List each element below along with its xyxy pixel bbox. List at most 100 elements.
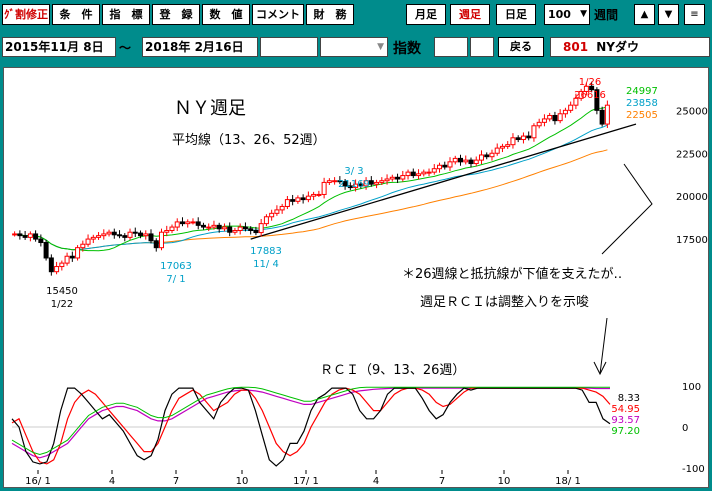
- correction-button[interactable]: ｸﾞ割修正: [2, 4, 50, 25]
- comment-arrow: [601, 163, 653, 255]
- candle-up: [473, 159, 479, 165]
- annotation-value: 15450: [46, 286, 78, 297]
- candle-up: [59, 262, 65, 268]
- candle-down: [526, 135, 532, 139]
- candle-up: [101, 233, 107, 237]
- candle-up: [90, 236, 96, 240]
- candle-down: [117, 234, 123, 237]
- x-tick-label: 4: [109, 476, 115, 487]
- candle-up: [274, 209, 280, 214]
- candle-up: [494, 147, 500, 154]
- index-label: 指数: [393, 41, 421, 57]
- candle-up: [452, 157, 458, 163]
- x-tick-label: 4: [373, 476, 379, 487]
- candle-down: [43, 242, 49, 259]
- candle-up: [159, 231, 164, 249]
- ma13-line: [14, 106, 608, 252]
- candle-up: [326, 180, 332, 183]
- end-date-field[interactable]: 2018年 2月16日: [142, 37, 258, 57]
- y-tick-label: 25000: [676, 106, 708, 117]
- symbol-code: 801: [563, 40, 589, 54]
- candle-down: [253, 230, 259, 234]
- comment-line-2: 週足ＲＣＩは調整入りを示唆: [420, 294, 589, 310]
- blank-field-2[interactable]: [434, 37, 468, 57]
- annotation-value: 17063: [160, 261, 192, 272]
- symbol-field[interactable]: 801 NYダウ: [550, 37, 710, 57]
- comment-button[interactable]: コメント: [252, 4, 304, 25]
- candle-up: [164, 230, 170, 233]
- candle-up: [174, 221, 180, 228]
- rci13-line: [11, 387, 611, 465]
- blank-field-3[interactable]: [470, 37, 494, 57]
- weekly-button[interactable]: 週足: [450, 4, 490, 25]
- back-button[interactable]: 戻る: [498, 37, 544, 57]
- indicator-button[interactable]: 指 標: [102, 4, 150, 25]
- up-arrow-icon[interactable]: ▲: [634, 4, 655, 25]
- candle-up: [80, 243, 86, 249]
- chart-subtitle: 平均線（13、26、52週）: [172, 132, 326, 148]
- candle-up: [279, 205, 285, 211]
- candle-up: [211, 224, 217, 228]
- finance-button[interactable]: 財 務: [306, 4, 354, 25]
- count-value: 100: [548, 8, 571, 21]
- candle-down: [442, 164, 448, 168]
- candle-down: [122, 235, 128, 238]
- candle-up: [379, 180, 385, 183]
- condition-button[interactable]: 条 件: [52, 4, 100, 25]
- rci-value-label: 93.57: [611, 415, 640, 426]
- candle-up: [568, 104, 574, 111]
- ma-value-label: 22505: [626, 110, 658, 121]
- rci-value-label: 54.95: [611, 404, 640, 415]
- register-button[interactable]: 登 録: [152, 4, 200, 25]
- x-tick-label: 17/ 1: [293, 476, 319, 487]
- candle-down: [138, 232, 144, 237]
- symbol-name: NYダウ: [596, 40, 639, 54]
- menu-icon[interactable]: ≡: [684, 4, 705, 25]
- candle-up: [27, 233, 33, 238]
- candle-up: [437, 164, 443, 170]
- candle-down: [148, 233, 154, 242]
- candle-up: [258, 223, 264, 234]
- candle-up: [96, 235, 102, 238]
- x-tick-label: 16/ 1: [25, 476, 51, 487]
- candle-down: [552, 114, 558, 122]
- rci-other-line: [11, 386, 610, 456]
- candle-up: [536, 121, 542, 127]
- price-chart: ＮＹ週足 平均線（13、26、52週） ＊26週線と抵抗線が下値を支えたが‥ 週…: [11, 77, 708, 487]
- comment-line-1: ＊26週線と抵抗線が下値を支えたが‥: [402, 266, 622, 282]
- axis-layer: 17500 20000 22500 25000 249972385822505 1/26 2…: [25, 77, 708, 487]
- rci-layer: [11, 386, 611, 467]
- candle-up: [489, 152, 495, 158]
- candle-up: [463, 159, 469, 163]
- candle-down: [395, 176, 401, 180]
- dropdown-arrow-icon: ▼: [580, 9, 587, 19]
- candle-down: [410, 171, 416, 177]
- candle-up: [384, 178, 390, 182]
- annotation-value: 17883: [250, 246, 282, 257]
- blank-field-1[interactable]: [260, 37, 318, 57]
- candle-up: [237, 226, 243, 231]
- down-arrow-icon[interactable]: ▼: [658, 4, 679, 25]
- candle-up: [505, 144, 511, 147]
- candle-up: [541, 118, 547, 123]
- rci-value-label: 97.20: [611, 426, 640, 437]
- monthly-button[interactable]: 月足: [406, 4, 446, 25]
- start-date-field[interactable]: 2015年11月 8日: [2, 37, 116, 57]
- candle-up: [421, 171, 427, 175]
- candle-down: [599, 109, 605, 125]
- comment-arrow: [599, 317, 608, 375]
- market-select[interactable]: ▼: [320, 37, 388, 57]
- rci26-line: [11, 387, 610, 459]
- candle-up: [416, 173, 422, 177]
- candle-down: [290, 199, 296, 202]
- x-tick-label: 7: [173, 476, 179, 487]
- y-tick-label: 20000: [676, 192, 708, 203]
- candle-up: [185, 221, 191, 225]
- candle-up: [400, 175, 406, 180]
- candle-up: [190, 221, 196, 224]
- daily-button[interactable]: 日足: [496, 4, 536, 25]
- value-button[interactable]: 数 値: [202, 4, 250, 25]
- count-select[interactable]: 100 ▼: [544, 4, 590, 25]
- candle-up: [499, 145, 505, 149]
- candle-down: [458, 157, 463, 163]
